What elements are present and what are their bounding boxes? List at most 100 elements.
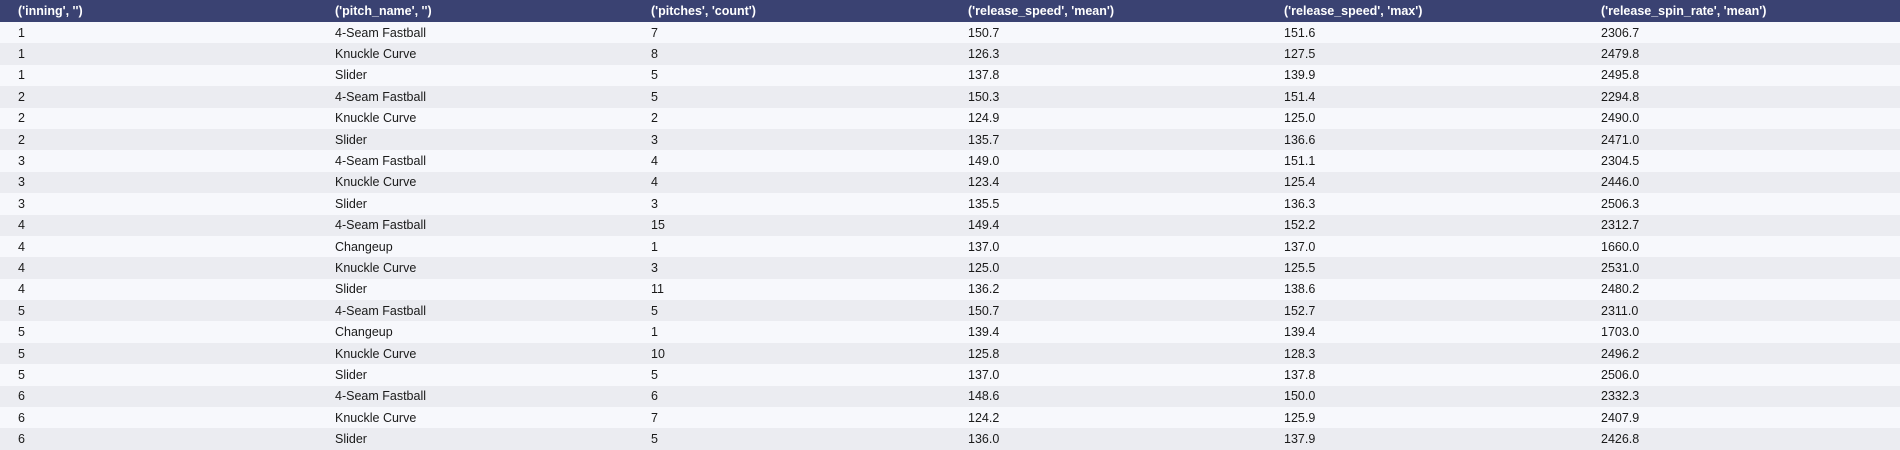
table-row[interactable]: 3 4-Seam Fastball 4 149.0 151.1 2304.5	[0, 150, 1900, 172]
table-row[interactable]: 2 Slider 3 135.7 136.6 2471.0	[0, 128, 1900, 151]
cell-pitches-count: 3	[633, 128, 950, 151]
cell-release-speed-mean: 125.0	[950, 257, 1266, 279]
cell-release-spin-rate-mean: 2506.3	[1583, 193, 1900, 215]
table-row[interactable]: 4 Slider 11 136.2 138.6 2480.2	[0, 278, 1900, 301]
column-header-inning[interactable]: ('inning', '')	[0, 0, 317, 22]
cell-release-speed-mean: 148.6	[950, 385, 1266, 408]
column-header-release-spin-rate-mean[interactable]: ('release_spin_rate', 'mean')	[1583, 0, 1900, 22]
table-row[interactable]: 3 Slider 3 135.5 136.3 2506.3	[0, 193, 1900, 215]
table-row[interactable]: 3 Knuckle Curve 4 123.4 125.4 2446.0	[0, 171, 1900, 194]
cell-release-speed-mean: 136.2	[950, 278, 1266, 301]
column-header-release-speed-mean[interactable]: ('release_speed', 'mean')	[950, 0, 1266, 22]
table-row[interactable]: 6 Slider 5 136.0 137.9 2426.8	[0, 428, 1900, 450]
cell-release-speed-mean: 149.0	[950, 150, 1266, 172]
cell-inning: 1	[0, 64, 317, 87]
cell-release-spin-rate-mean: 1660.0	[1583, 235, 1900, 258]
cell-inning: 1	[0, 22, 317, 44]
cell-release-spin-rate-mean: 2306.7	[1583, 22, 1900, 44]
cell-release-speed-max: 150.0	[1266, 385, 1583, 408]
table-row[interactable]: 5 4-Seam Fastball 5 150.7 152.7 2311.0	[0, 300, 1900, 322]
column-header-release-speed-max[interactable]: ('release_speed', 'max')	[1266, 0, 1583, 22]
column-header-pitch-name[interactable]: ('pitch_name', '')	[317, 0, 633, 22]
table-row[interactable]: 4 4-Seam Fastball 15 149.4 152.2 2312.7	[0, 214, 1900, 236]
table-row[interactable]: 4 Knuckle Curve 3 125.0 125.5 2531.0	[0, 257, 1900, 279]
cell-release-spin-rate-mean: 2490.0	[1583, 107, 1900, 129]
cell-pitch-name: Knuckle Curve	[317, 257, 633, 279]
cell-release-spin-rate-mean: 2311.0	[1583, 300, 1900, 322]
cell-release-spin-rate-mean: 1703.0	[1583, 321, 1900, 343]
cell-release-spin-rate-mean: 2332.3	[1583, 385, 1900, 408]
table-row[interactable]: 5 Slider 5 137.0 137.8 2506.0	[0, 364, 1900, 386]
cell-pitch-name: Knuckle Curve	[317, 171, 633, 194]
cell-release-spin-rate-mean: 2506.0	[1583, 364, 1900, 386]
cell-release-spin-rate-mean: 2479.8	[1583, 43, 1900, 65]
cell-release-speed-mean: 126.3	[950, 43, 1266, 65]
cell-pitch-name: Knuckle Curve	[317, 342, 633, 365]
cell-release-spin-rate-mean: 2407.9	[1583, 407, 1900, 429]
cell-inning: 3	[0, 171, 317, 194]
cell-pitch-name: 4-Seam Fastball	[317, 150, 633, 172]
cell-release-spin-rate-mean: 2496.2	[1583, 342, 1900, 365]
table-row[interactable]: 1 Knuckle Curve 8 126.3 127.5 2479.8	[0, 43, 1900, 65]
cell-release-spin-rate-mean: 2495.8	[1583, 64, 1900, 87]
cell-pitch-name: Slider	[317, 64, 633, 87]
cell-release-speed-mean: 139.4	[950, 321, 1266, 343]
cell-pitch-name: Slider	[317, 364, 633, 386]
cell-pitches-count: 4	[633, 150, 950, 172]
cell-pitches-count: 2	[633, 107, 950, 129]
cell-pitches-count: 11	[633, 278, 950, 301]
cell-release-speed-max: 137.0	[1266, 235, 1583, 258]
cell-release-spin-rate-mean: 2426.8	[1583, 428, 1900, 450]
table-row[interactable]: 2 4-Seam Fastball 5 150.3 151.4 2294.8	[0, 86, 1900, 108]
cell-pitches-count: 7	[633, 22, 950, 44]
cell-release-speed-max: 139.9	[1266, 64, 1583, 87]
table-row[interactable]: 6 4-Seam Fastball 6 148.6 150.0 2332.3	[0, 385, 1900, 408]
table-row[interactable]: 5 Knuckle Curve 10 125.8 128.3 2496.2	[0, 342, 1900, 365]
cell-inning: 2	[0, 86, 317, 108]
cell-release-speed-max: 152.7	[1266, 300, 1583, 322]
cell-release-speed-max: 128.3	[1266, 342, 1583, 365]
cell-release-speed-mean: 136.0	[950, 428, 1266, 450]
cell-release-speed-max: 137.8	[1266, 364, 1583, 386]
cell-pitch-name: Changeup	[317, 321, 633, 343]
cell-pitches-count: 8	[633, 43, 950, 65]
cell-release-speed-max: 125.4	[1266, 171, 1583, 194]
cell-pitch-name: Slider	[317, 428, 633, 450]
cell-release-speed-mean: 137.0	[950, 364, 1266, 386]
cell-pitches-count: 5	[633, 300, 950, 322]
cell-release-speed-mean: 135.5	[950, 193, 1266, 215]
column-header-pitches-count[interactable]: ('pitches', 'count')	[633, 0, 950, 22]
cell-release-speed-mean: 137.0	[950, 235, 1266, 258]
cell-release-speed-max: 125.0	[1266, 107, 1583, 129]
cell-pitches-count: 5	[633, 86, 950, 108]
dataframe-table-container: ('inning', '') ('pitch_name', '') ('pitc…	[0, 0, 1900, 450]
dataframe-table: ('inning', '') ('pitch_name', '') ('pitc…	[0, 0, 1900, 450]
cell-inning: 4	[0, 257, 317, 279]
cell-inning: 6	[0, 385, 317, 408]
cell-release-speed-max: 125.5	[1266, 257, 1583, 279]
table-row[interactable]: 6 Knuckle Curve 7 124.2 125.9 2407.9	[0, 407, 1900, 429]
table-row[interactable]: 2 Knuckle Curve 2 124.9 125.0 2490.0	[0, 107, 1900, 129]
cell-release-speed-mean: 124.2	[950, 407, 1266, 429]
cell-inning: 4	[0, 278, 317, 301]
table-row[interactable]: 5 Changeup 1 139.4 139.4 1703.0	[0, 321, 1900, 343]
table-row[interactable]: 1 Slider 5 137.8 139.9 2495.8	[0, 64, 1900, 87]
cell-pitch-name: Slider	[317, 128, 633, 151]
cell-pitch-name: Slider	[317, 193, 633, 215]
table-row[interactable]: 1 4-Seam Fastball 7 150.7 151.6 2306.7	[0, 22, 1900, 44]
cell-release-speed-mean: 124.9	[950, 107, 1266, 129]
cell-inning: 1	[0, 43, 317, 65]
cell-pitches-count: 5	[633, 428, 950, 450]
table-header: ('inning', '') ('pitch_name', '') ('pitc…	[0, 0, 1900, 22]
cell-pitches-count: 6	[633, 385, 950, 408]
cell-pitches-count: 5	[633, 64, 950, 87]
cell-pitch-name: 4-Seam Fastball	[317, 385, 633, 408]
cell-inning: 5	[0, 342, 317, 365]
cell-release-speed-mean: 150.3	[950, 86, 1266, 108]
cell-pitches-count: 3	[633, 257, 950, 279]
cell-release-spin-rate-mean: 2531.0	[1583, 257, 1900, 279]
cell-release-speed-max: 151.1	[1266, 150, 1583, 172]
table-row[interactable]: 4 Changeup 1 137.0 137.0 1660.0	[0, 235, 1900, 258]
cell-release-speed-max: 127.5	[1266, 43, 1583, 65]
cell-release-speed-mean: 123.4	[950, 171, 1266, 194]
